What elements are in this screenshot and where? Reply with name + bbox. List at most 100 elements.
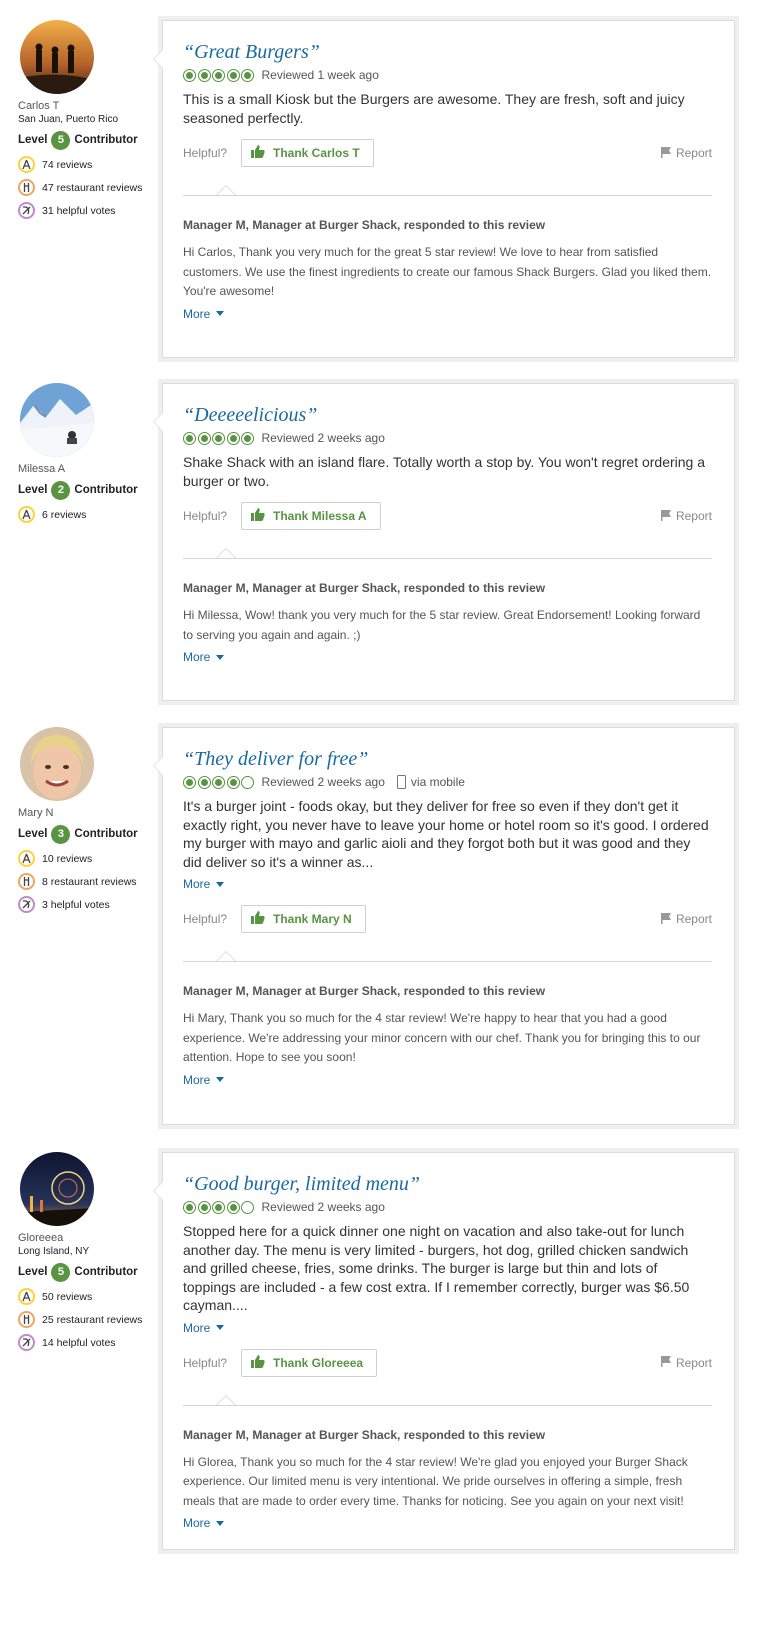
restaurant-reviews-badge-icon — [18, 1311, 35, 1328]
response-more-link[interactable]: More — [183, 306, 225, 321]
reviewer-name[interactable]: Gloreeea — [18, 1232, 168, 1245]
thank-label: Thank Carlos T — [273, 146, 360, 160]
contributor-label: Contributor — [74, 828, 138, 840]
reviewer-name[interactable]: Mary N — [18, 807, 168, 820]
response-more-link[interactable]: More — [183, 650, 225, 664]
thank-button[interactable]: Thank Milessa A — [241, 502, 381, 530]
reviews-badge-icon — [18, 506, 35, 523]
thank-button[interactable]: Thank Mary N — [241, 905, 366, 933]
mobile-phone-icon — [396, 775, 406, 789]
reviewer-name[interactable]: Milessa A — [18, 463, 168, 476]
reviews-count[interactable]: 74 reviews — [18, 153, 168, 176]
filled-bubble-icon — [197, 431, 211, 445]
helpful-row: Helpful? Thank Gloreeea Report — [183, 1348, 712, 1377]
restaurant-reviews-count[interactable]: 47 restaurant reviews — [18, 176, 168, 199]
review-title[interactable]: “Deeeeelicious” — [183, 404, 712, 426]
more-label: More — [183, 306, 211, 321]
review-date: Reviewed 2 weeks ago — [261, 431, 385, 445]
restaurant-reviews-badge-icon — [18, 179, 35, 196]
avatar[interactable] — [20, 1152, 94, 1226]
divider-notch — [216, 1394, 236, 1405]
via-mobile: via mobile — [396, 775, 465, 789]
avatar[interactable] — [20, 20, 94, 94]
helpful-votes-count[interactable]: 3 helpful votes — [18, 893, 168, 916]
via-mobile-label: via mobile — [410, 775, 465, 789]
avatar[interactable] — [20, 383, 94, 457]
helpful-votes-badge-icon — [18, 1334, 35, 1351]
caret-down-icon — [216, 654, 225, 660]
filled-bubble-icon — [226, 1200, 240, 1214]
review-title[interactable]: “Good burger, limited menu” — [183, 1173, 712, 1195]
thank-button[interactable]: Thank Gloreeea — [241, 1348, 378, 1377]
management-response-header: Manager M, Manager at Burger Shack, resp… — [183, 581, 546, 595]
restaurant-reviews-count[interactable]: 25 restaurant reviews — [18, 1308, 168, 1331]
response-divider — [183, 951, 712, 962]
helpful-row: Helpful? Thank Milessa A Report — [183, 502, 712, 530]
more-label: More — [183, 1320, 211, 1335]
management-response-header: Manager M, Manager at Burger Shack, resp… — [183, 218, 546, 232]
contributor-label: Contributor — [74, 1266, 138, 1278]
stat-label: 50 reviews — [42, 1290, 93, 1303]
bubble-rating — [183, 68, 256, 82]
reviewer-stats: 10 reviews 8 restaurant reviews 3 helpful … — [18, 847, 168, 916]
reviewer-info: Milessa A Level 2 Contributor 6 reviews — [18, 383, 168, 526]
review-text: Stopped here for a quick dinner one nigh… — [183, 1223, 690, 1313]
contributor-level: Level 5 Contributor — [18, 1262, 168, 1282]
flag-icon — [660, 1355, 676, 1370]
review-card: “Great Burgers” Reviewed 1 week ago This i… — [153, 20, 735, 358]
review-date: Reviewed 1 week ago — [261, 68, 379, 82]
avatar[interactable] — [20, 727, 94, 801]
helpful-votes-count[interactable]: 14 helpful votes — [18, 1331, 168, 1354]
review-card: “Good burger, limited menu” Reviewed 2 we… — [153, 1152, 735, 1550]
response-more-link[interactable]: More — [183, 1516, 225, 1530]
reviewer-info: Carlos T San Juan, Puerto Rico Level 5 Contr… — [18, 20, 168, 222]
report-link[interactable]: Report — [660, 146, 712, 161]
helpful-label: Helpful? — [183, 509, 228, 523]
report-label: Report — [675, 146, 712, 160]
review-text: This is a small Kiosk but the Burgers ar… — [183, 91, 685, 126]
report-link[interactable]: Report — [660, 912, 712, 927]
more-label: More — [183, 1072, 211, 1087]
stat-label: 47 restaurant reviews — [42, 181, 143, 194]
level-label: Level — [18, 828, 48, 840]
filled-bubble-icon — [226, 775, 240, 789]
card-pointer — [153, 1181, 163, 1201]
response-more-link[interactable]: More — [183, 1072, 225, 1087]
rating-row: Reviewed 2 weeks ago via mobile — [183, 774, 712, 790]
bubble-rating — [183, 431, 256, 445]
review-date: Reviewed 2 weeks ago — [261, 775, 385, 789]
thumbs-up-icon — [251, 508, 273, 524]
contributor-level: Level 3 Contributor — [18, 824, 168, 844]
contributor-level: Level 2 Contributor — [18, 480, 168, 500]
thank-button[interactable]: Thank Carlos T — [241, 139, 374, 167]
report-label: Report — [675, 509, 712, 523]
filled-bubble-icon — [197, 68, 211, 82]
card-pointer — [153, 756, 163, 776]
report-link[interactable]: Report — [660, 1355, 712, 1370]
reviewer-info: Mary N Level 3 Contributor 10 reviews 8 resta… — [18, 727, 168, 916]
filled-bubble-icon — [183, 68, 196, 82]
report-link[interactable]: Report — [660, 509, 712, 524]
reviews-count[interactable]: 50 reviews — [18, 1285, 168, 1308]
filled-bubble-icon — [226, 68, 240, 82]
restaurant-reviews-count[interactable]: 8 restaurant reviews — [18, 870, 168, 893]
reviews-count[interactable]: 10 reviews — [18, 847, 168, 870]
reviewer-name[interactable]: Carlos T — [18, 100, 168, 113]
more-link[interactable]: More — [183, 1320, 225, 1335]
reviews-count[interactable]: 6 reviews — [18, 503, 168, 526]
review-title[interactable]: “They deliver for free” — [183, 748, 712, 770]
thank-label: Thank Mary N — [273, 912, 352, 926]
filled-bubble-icon — [183, 1200, 196, 1214]
rating-row: Reviewed 2 weeks ago — [183, 430, 712, 446]
stat-label: 14 helpful votes — [42, 1336, 116, 1349]
filled-bubble-icon — [212, 1200, 225, 1214]
more-link[interactable]: More — [183, 877, 225, 891]
filled-bubble-icon — [212, 775, 225, 789]
caret-down-icon — [216, 1077, 225, 1082]
helpful-row: Helpful? Thank Mary N Report — [183, 905, 712, 933]
review-title[interactable]: “Great Burgers” — [183, 41, 712, 63]
rating-row: Reviewed 2 weeks ago — [183, 1199, 712, 1215]
bubble-rating — [183, 775, 256, 789]
helpful-votes-count[interactable]: 31 helpful votes — [18, 199, 168, 222]
helpful-votes-badge-icon — [18, 896, 35, 913]
